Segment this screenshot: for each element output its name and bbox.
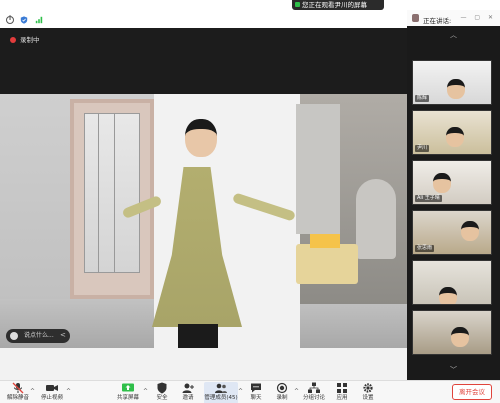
video-scene-door: [70, 99, 154, 299]
participant-name: Ali 王子晴: [415, 195, 442, 202]
unmute-label: 解除静音: [6, 395, 29, 401]
video-scene-fridge: [296, 104, 340, 234]
shared-video: [0, 94, 407, 348]
video-person-head: [185, 119, 217, 157]
manage-members-button[interactable]: 管理成员(45): [204, 382, 238, 403]
participant-tile[interactable]: 张思雨: [412, 210, 492, 255]
video-options-chevron-icon[interactable]: ^: [66, 388, 71, 395]
participant-tile[interactable]: [412, 310, 492, 355]
panel-window-controls[interactable]: — ▢ ✕: [460, 14, 496, 21]
scroll-down-icon[interactable]: ﹀: [450, 365, 457, 375]
share-screen-icon: [122, 383, 134, 392]
stop-video-label: 停止视频: [40, 395, 63, 401]
recording-dot-icon: [10, 37, 16, 43]
video-person-legs: [178, 324, 218, 348]
record-icon: [276, 382, 288, 394]
speaking-label: 正在讲话:: [423, 17, 452, 25]
invite-icon: [182, 383, 194, 393]
stop-video-button[interactable]: 停止视频: [36, 382, 68, 403]
apps-icon: [337, 383, 347, 393]
invite-button[interactable]: 邀请: [172, 382, 204, 403]
participant-face: [461, 221, 479, 241]
chat-icon: [251, 383, 261, 393]
participant-face: [447, 79, 465, 99]
audio-options-chevron-icon[interactable]: ^: [30, 388, 35, 395]
share-screen-label: 共享屏幕: [116, 395, 139, 401]
recording-label: 录制中: [20, 36, 40, 44]
participant-face: [446, 127, 464, 147]
participant-face: [439, 287, 457, 304]
info-icon[interactable]: [6, 15, 14, 24]
participant-tile[interactable]: [412, 260, 492, 305]
scroll-up-icon[interactable]: ︿: [450, 30, 457, 40]
video-scene-toy-small: [310, 234, 340, 248]
video-scene-stroller: [356, 179, 396, 259]
video-camera-icon: [46, 385, 58, 391]
settings-button[interactable]: 设置: [352, 382, 384, 403]
participant-tile[interactable]: Ali 王子晴: [412, 160, 492, 205]
participant-face: [451, 327, 469, 347]
meeting-toolbar: 解除静音 ^ 停止视频 ^ 共享屏幕 ^ 安全 邀请 管理成员(45) ^ 聊天…: [0, 380, 500, 403]
panel-header: 正在讲话: — ▢ ✕: [407, 10, 500, 26]
shared-screen-area: 录制中: [0, 28, 407, 348]
participant-face: [433, 173, 451, 193]
microphone-muted-icon: [12, 382, 24, 394]
participant-name: 陈辉: [415, 95, 430, 102]
video-scene-toy: [296, 244, 358, 284]
chat-expand-icon[interactable]: <: [60, 331, 66, 339]
share-screen-button[interactable]: 共享屏幕: [112, 382, 144, 403]
breakout-icon: [308, 382, 320, 393]
shield-icon: [157, 382, 167, 394]
video-scene-door-glass: [84, 113, 140, 273]
emoji-icon[interactable]: [10, 332, 18, 340]
settings-label: 设置: [362, 395, 374, 401]
participant-name: 张思雨: [415, 245, 435, 252]
shield-icon[interactable]: [20, 16, 28, 24]
leave-meeting-button[interactable]: 离开会议: [452, 384, 492, 400]
speaker-avatar-icon: [412, 14, 419, 22]
participant-tile[interactable]: 陈辉: [412, 60, 492, 105]
video-scene-door-bars: [98, 113, 99, 273]
recording-indicator[interactable]: 录制中: [10, 34, 40, 44]
record-label: 录制: [276, 395, 288, 401]
gear-icon: [363, 383, 373, 393]
participant-tile[interactable]: 尹川: [412, 110, 492, 155]
manage-members-label: 管理成员(45): [204, 395, 238, 401]
viewing-share-banner[interactable]: 您正在观看尹川的屏幕: [292, 0, 384, 10]
participant-name: 尹川: [415, 145, 430, 152]
invite-label: 邀请: [182, 395, 194, 401]
members-icon: [215, 383, 227, 393]
chat-placeholder: 说点什么...: [24, 332, 54, 339]
participant-gallery-panel: 正在讲话: — ▢ ✕ ︿ 陈辉 尹川 Ali 王子晴 张思雨 ﹀: [407, 10, 500, 380]
signal-icon[interactable]: [35, 16, 43, 24]
